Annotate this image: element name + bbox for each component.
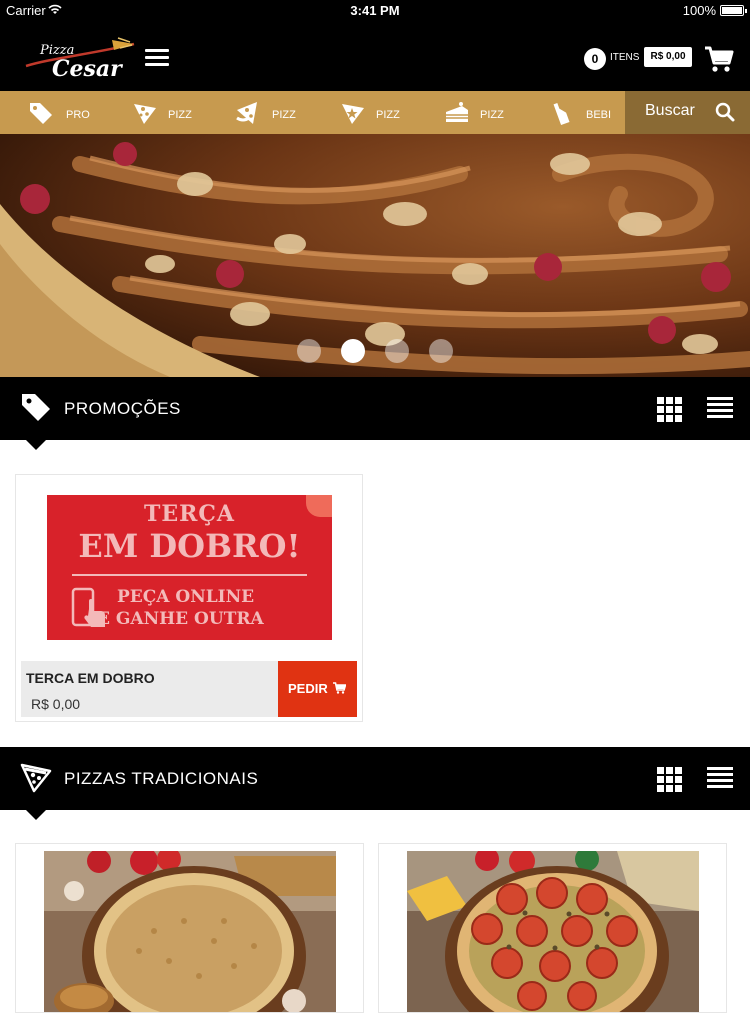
search-label: Buscar bbox=[645, 102, 695, 119]
battery-percent: 100% bbox=[682, 3, 716, 18]
order-button[interactable]: PEDIR bbox=[278, 661, 357, 717]
cart-icon[interactable] bbox=[704, 45, 734, 73]
category-label: BEBI bbox=[586, 109, 612, 121]
app-header: Pizza Cesar 0 ITENS R$ 0,00 bbox=[0, 20, 750, 91]
pizza-card[interactable] bbox=[378, 843, 727, 1013]
battery-icon bbox=[720, 5, 747, 16]
section-header-pizzas-tradicionais: PIZZAS TRADICIONAIS bbox=[0, 747, 750, 820]
cart-total: R$ 0,00 bbox=[644, 47, 692, 67]
menu-icon[interactable] bbox=[145, 49, 169, 67]
grid-view-icon[interactable] bbox=[657, 397, 682, 422]
order-button-label: PEDIR bbox=[288, 681, 328, 696]
grid-view-icon[interactable] bbox=[657, 767, 682, 792]
category-label: PIZZ bbox=[376, 109, 400, 121]
carousel-dot-active[interactable] bbox=[341, 339, 365, 363]
pizza-cesar-logo[interactable]: Pizza Cesar bbox=[22, 36, 137, 82]
list-view-icon[interactable] bbox=[707, 397, 733, 419]
carousel-dot[interactable] bbox=[297, 339, 321, 363]
cart-icon bbox=[333, 682, 346, 694]
section-header-promocoes: PROMOÇÕES bbox=[0, 377, 750, 450]
category-label: PIZZ bbox=[168, 109, 192, 121]
pizza-slice-icon bbox=[134, 104, 156, 124]
section-title: PROMOÇÕES bbox=[64, 399, 181, 418]
promo-info: TERCA EM DOBRO R$ 0,00 bbox=[21, 661, 279, 717]
promo-banner-image: TERÇA EM DOBRO! PEÇA ONLINE E GANHE OUTR… bbox=[47, 495, 332, 640]
banner-line: E GANHE OUTRA bbox=[97, 609, 264, 629]
search-button[interactable]: Buscar bbox=[625, 91, 750, 134]
section-notch bbox=[26, 440, 46, 450]
category-label: PIZZ bbox=[272, 109, 296, 121]
cake-icon bbox=[446, 102, 468, 122]
pizza-slice-icon bbox=[236, 102, 257, 124]
banner-line: TERÇA bbox=[143, 501, 235, 527]
cart-count-badge: 0 bbox=[584, 48, 606, 70]
list-view-icon[interactable] bbox=[707, 767, 733, 789]
search-icon bbox=[715, 102, 735, 122]
tag-icon bbox=[22, 394, 50, 421]
section-title: PIZZAS TRADICIONAIS bbox=[64, 769, 259, 788]
battery-level bbox=[722, 7, 742, 14]
banner-line: EM DOBRO! bbox=[78, 527, 301, 565]
carousel-dot[interactable] bbox=[385, 339, 409, 363]
status-bar: Carrier 3:41 PM 100% bbox=[0, 0, 750, 20]
svg-text:Cesar: Cesar bbox=[52, 56, 123, 82]
clock: 3:41 PM bbox=[350, 3, 400, 18]
product-price: R$ 0,00 bbox=[31, 696, 81, 712]
pizza-card[interactable] bbox=[15, 843, 364, 1013]
carousel-dots bbox=[0, 339, 750, 363]
banner-divider bbox=[72, 574, 307, 576]
section-notch bbox=[26, 810, 46, 820]
product-name: TERCA EM DOBRO bbox=[26, 670, 155, 686]
pizza-star-icon bbox=[342, 104, 364, 124]
promo-card[interactable]: TERÇA EM DOBRO! PEÇA ONLINE E GANHE OUTR… bbox=[15, 474, 363, 722]
carousel-dot[interactable] bbox=[429, 339, 453, 363]
category-label: PRO bbox=[66, 109, 90, 121]
cart-items-label: ITENS bbox=[610, 52, 640, 63]
pizza-image bbox=[407, 851, 699, 1012]
tag-icon bbox=[30, 103, 52, 124]
pizza-image bbox=[44, 851, 336, 1012]
banner-line: PEÇA ONLINE bbox=[117, 587, 255, 607]
pizza-slice-icon bbox=[20, 763, 52, 793]
bottle-icon bbox=[553, 103, 570, 126]
category-label: PIZZ bbox=[480, 109, 504, 121]
